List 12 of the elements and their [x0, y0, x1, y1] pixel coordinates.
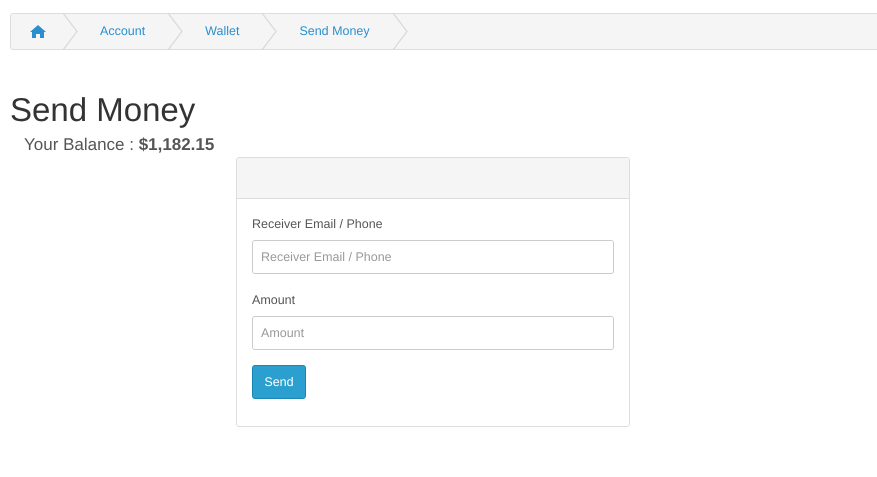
input-field[interactable]: Amount	[252, 316, 614, 350]
breadcrumb-link[interactable]: Wallet	[183, 14, 262, 49]
balance-amount: $1,182.15	[138, 135, 214, 154]
page-title: Send Money	[10, 90, 196, 130]
field-label: Amount	[252, 292, 296, 309]
breadcrumb-link[interactable]: Send Money	[277, 14, 392, 49]
input-field[interactable]: Receiver Email / Phone	[252, 240, 614, 274]
send-button[interactable]: Send	[252, 365, 306, 399]
breadcrumb-link[interactable]: Account	[78, 14, 168, 49]
field-label: Receiver Email / Phone	[252, 216, 384, 233]
balance-label: Your Balance :	[24, 135, 134, 154]
home-icon	[30, 25, 46, 38]
